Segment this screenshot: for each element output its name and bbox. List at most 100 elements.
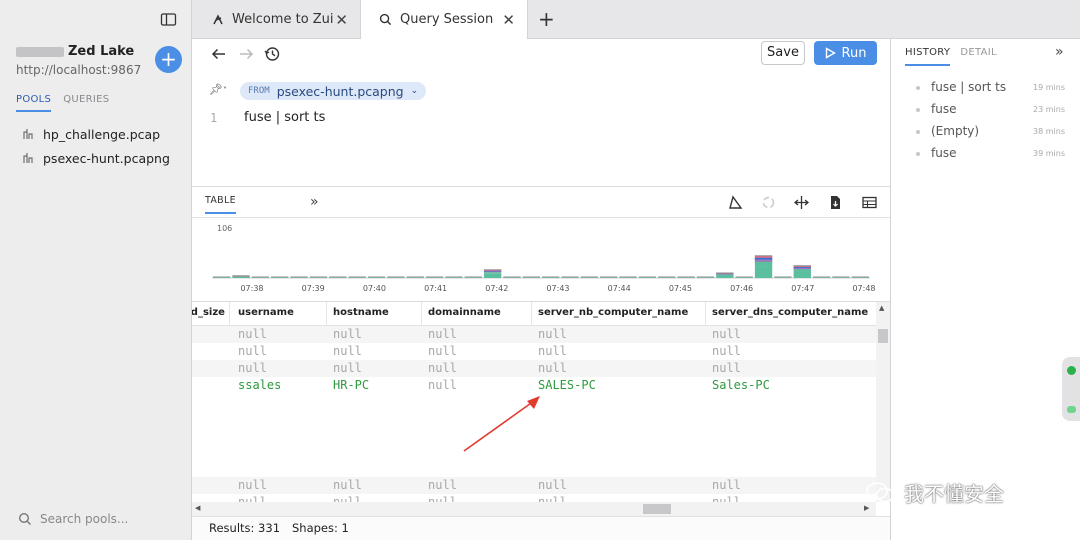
table-cell[interactable]: null bbox=[422, 360, 457, 377]
histogram-bar-segment bbox=[425, 276, 444, 278]
query-editor[interactable]: 📌︎˅ FROM psexec-hunt.pcapng ⌄ 1 fuse | s… bbox=[192, 69, 890, 187]
table-cell[interactable]: ssales bbox=[232, 377, 281, 394]
from-pool-pill[interactable]: FROM psexec-hunt.pcapng ⌄ bbox=[240, 82, 427, 100]
table-cell[interactable]: null bbox=[422, 377, 457, 394]
table-cell[interactable]: null bbox=[232, 477, 267, 494]
history-item[interactable]: fuse 23 mins bbox=[915, 99, 1075, 121]
histogram-bar bbox=[851, 276, 869, 278]
histogram-bar-segment bbox=[503, 277, 521, 278]
table-cell[interactable]: null bbox=[327, 360, 362, 377]
collapse-panel-icon[interactable]: » bbox=[1055, 44, 1064, 60]
table-cell[interactable]: SALES-PC bbox=[532, 377, 596, 394]
column-resize-icon[interactable] bbox=[794, 195, 809, 210]
histogram-bar-segment bbox=[367, 276, 386, 278]
table-cell[interactable]: null bbox=[706, 360, 741, 377]
table-cell[interactable]: null bbox=[422, 343, 457, 360]
table-cell[interactable]: null bbox=[532, 477, 567, 494]
table-row[interactable]: null null null null null bbox=[192, 360, 876, 377]
results-table[interactable]: ed_size username hostname domainname ser… bbox=[192, 302, 890, 516]
tab-table[interactable]: TABLE bbox=[205, 195, 236, 214]
histogram-bar-segment bbox=[348, 277, 366, 278]
table-cell[interactable]: null bbox=[327, 477, 362, 494]
lake-url: http://localhost:9867 bbox=[16, 63, 142, 77]
table-cell[interactable]: null bbox=[706, 326, 741, 343]
history-item[interactable]: fuse 39 mins bbox=[915, 143, 1075, 165]
table-cell[interactable]: null bbox=[327, 343, 362, 360]
expand-icon[interactable]: » bbox=[310, 194, 319, 210]
histogram-tick-label: 07:43 bbox=[546, 284, 569, 293]
column-header[interactable]: username bbox=[232, 302, 327, 326]
histogram-bar-segment bbox=[754, 266, 773, 278]
histogram-tick-label: 07:38 bbox=[240, 284, 263, 293]
floating-side-widget[interactable] bbox=[1062, 357, 1080, 421]
pool-search[interactable]: Search pools... bbox=[18, 512, 128, 526]
table-cell[interactable]: HR-PC bbox=[327, 377, 369, 394]
histogram-chart[interactable]: 106 07:38 07:39 07:40 07:41 07:42 07:43 07:44 0… bbox=[192, 218, 890, 302]
table-row[interactable]: null null null null null bbox=[192, 343, 876, 360]
tab-queries[interactable]: QUERIES bbox=[63, 94, 109, 112]
scroll-left-icon[interactable]: ◀ bbox=[195, 504, 200, 512]
table-cell[interactable]: null bbox=[706, 343, 741, 360]
table-cell[interactable]: null bbox=[422, 326, 457, 343]
close-icon[interactable]: ✕ bbox=[335, 11, 348, 29]
table-cell[interactable]: null bbox=[232, 326, 267, 343]
histogram-bar-segment bbox=[251, 277, 270, 278]
table-cell[interactable]: null bbox=[232, 360, 267, 377]
history-item[interactable]: fuse | sort ts 19 mins bbox=[915, 77, 1075, 99]
table-cell[interactable]: null bbox=[327, 326, 362, 343]
table-cell[interactable]: null bbox=[706, 477, 741, 494]
histogram-bar-segment bbox=[271, 276, 289, 278]
back-arrow-icon[interactable] bbox=[210, 45, 228, 63]
table-cell[interactable]: null bbox=[532, 360, 567, 377]
play-icon bbox=[825, 47, 836, 59]
table-row[interactable]: null null null null null bbox=[192, 477, 876, 494]
pool-item[interactable]: hp_challenge.pcap bbox=[22, 122, 170, 146]
scroll-thumb[interactable] bbox=[878, 329, 888, 343]
lake-name: Zed Lake bbox=[16, 44, 134, 59]
pin-icon[interactable]: 📌︎˅ bbox=[209, 83, 227, 96]
forward-arrow-icon[interactable] bbox=[237, 45, 255, 63]
history-item[interactable]: (Empty) 38 mins bbox=[915, 121, 1075, 143]
tab-welcome[interactable]: Welcome to Zui ✕ bbox=[192, 0, 360, 39]
tab-history[interactable]: HISTORY bbox=[905, 47, 951, 66]
close-icon[interactable]: ✕ bbox=[502, 11, 515, 29]
tab-detail[interactable]: DETAIL bbox=[960, 47, 997, 66]
table-cell[interactable]: null bbox=[422, 477, 457, 494]
table-view-icon[interactable] bbox=[862, 195, 877, 210]
tab-pools[interactable]: POOLS bbox=[16, 94, 52, 112]
scroll-thumb[interactable] bbox=[643, 504, 671, 514]
scroll-up-icon[interactable]: ▲ bbox=[879, 304, 884, 312]
column-header[interactable]: server_dns_computer_name bbox=[706, 302, 876, 326]
pool-item[interactable]: psexec-hunt.pcapng bbox=[22, 146, 170, 170]
watermark-text: 我不懂安全 bbox=[904, 482, 1004, 506]
save-button[interactable]: Save bbox=[761, 41, 805, 65]
search-placeholder: Search pools... bbox=[40, 512, 129, 526]
pool-icon bbox=[23, 129, 33, 139]
horizontal-scrollbar[interactable]: ◀ ▶ bbox=[192, 502, 876, 516]
shapes-icon[interactable] bbox=[728, 195, 743, 210]
query-text[interactable]: fuse | sort ts bbox=[244, 110, 325, 125]
new-tab-button[interactable]: + bbox=[538, 9, 555, 29]
sidebar-toggle-icon[interactable] bbox=[160, 12, 178, 28]
from-pool-name: psexec-hunt.pcapng bbox=[276, 83, 404, 99]
histogram-bar-segment bbox=[793, 271, 811, 278]
histogram-bar bbox=[271, 276, 289, 278]
table-row[interactable]: null null null null null bbox=[192, 326, 876, 343]
column-header[interactable]: domainname bbox=[422, 302, 532, 326]
column-header[interactable]: hostname bbox=[327, 302, 422, 326]
table-cell[interactable]: null bbox=[532, 326, 567, 343]
column-header[interactable]: ed_size bbox=[192, 302, 230, 326]
history-icon[interactable] bbox=[263, 45, 281, 63]
column-header[interactable]: server_nb_computer_name bbox=[532, 302, 706, 326]
vertical-scrollbar[interactable]: ▲ bbox=[876, 302, 890, 502]
run-button[interactable]: Run bbox=[814, 41, 877, 65]
add-pool-button[interactable]: + bbox=[155, 46, 182, 73]
table-row[interactable]: ssales HR-PC null SALES-PC Sales-PC bbox=[192, 377, 876, 394]
histogram-tick-label: 07:39 bbox=[302, 284, 325, 293]
tab-query-session[interactable]: Query Session ✕ bbox=[360, 0, 528, 39]
chevron-down-icon: ⌄ bbox=[410, 86, 419, 96]
export-file-icon[interactable] bbox=[828, 195, 843, 210]
table-cell[interactable]: null bbox=[532, 343, 567, 360]
table-cell[interactable]: null bbox=[232, 343, 267, 360]
table-cell[interactable]: Sales-PC bbox=[706, 377, 770, 394]
